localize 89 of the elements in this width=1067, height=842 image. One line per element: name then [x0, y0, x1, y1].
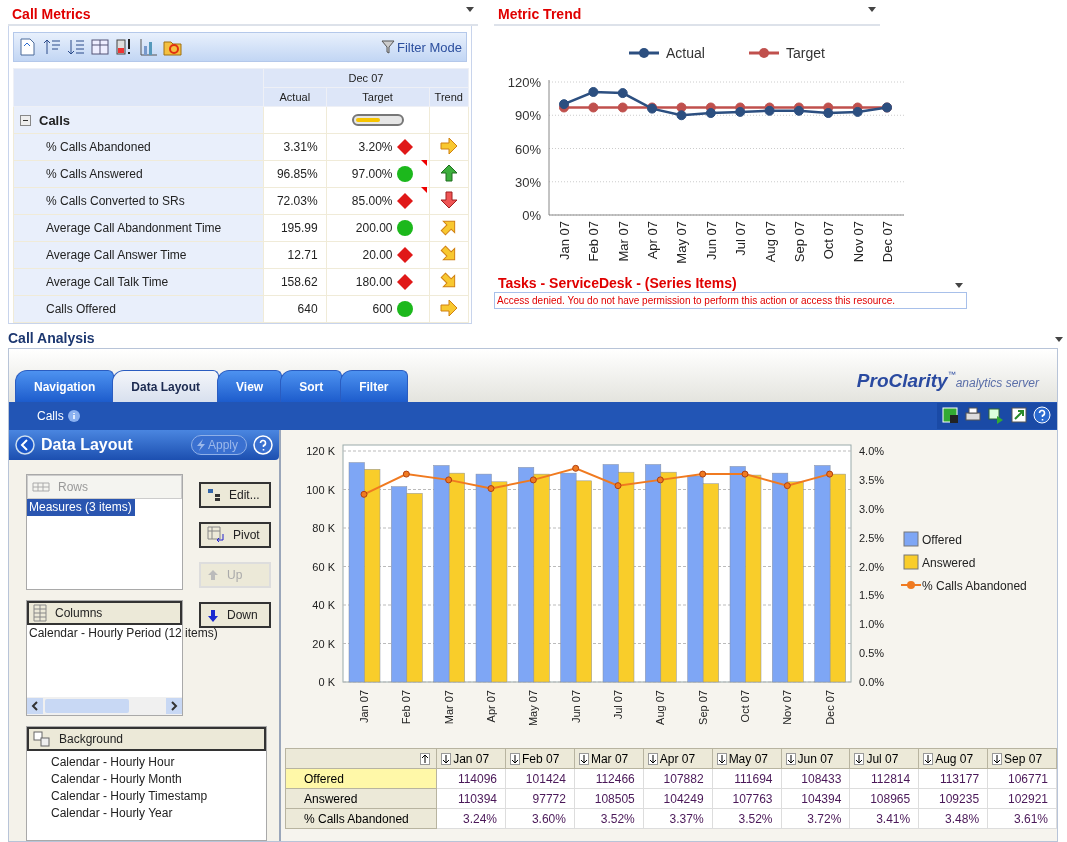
axis-tick-label: May 07 [527, 690, 540, 727]
axis-tick-label: 4.0% [859, 445, 885, 457]
axis-tick-label: Jul 07 [612, 690, 624, 720]
legend-item: Offered [903, 531, 962, 547]
table-cell: Average Call Answer Time [13, 241, 264, 269]
axis-tick-label: 0% [522, 208, 541, 223]
panel-title: Call Analysis [8, 330, 95, 348]
axis-tick-label: May 07 [674, 221, 690, 264]
axis-tick-label: Feb 07 [400, 690, 413, 725]
column-header: Jul 07 [866, 751, 899, 766]
target-value: 180.00 [355, 275, 393, 289]
axis-tick-label: 20 K [312, 637, 335, 650]
axis-tick-label: 100 K [306, 483, 335, 496]
column-header: Aug 07 [935, 751, 974, 766]
column-header: Sep 07 [1004, 751, 1043, 766]
axis-tick-label: 1.5% [859, 589, 885, 602]
axis-tick-label: 2.0% [859, 560, 885, 573]
axis-tick-label: Mar 07 [442, 690, 455, 725]
legend-label: Target [786, 45, 826, 61]
axis-tick-label: 1.0% [859, 618, 885, 631]
group-label: Calls [39, 112, 71, 128]
axis-tick-label: 60% [514, 141, 541, 157]
panel-title: Data Layout [41, 436, 133, 454]
column-header: Dec 07 [263, 68, 469, 88]
legend-item: Answered [903, 554, 976, 570]
legend-label: Answered [922, 556, 976, 570]
axis-tick-label: 120% [507, 75, 541, 90]
section-title: Columns [55, 606, 103, 620]
axis-tick-label: 2.5% [859, 531, 885, 544]
section-title: Rows [58, 480, 88, 494]
section-title: Background [59, 732, 124, 746]
axis-tick-label: 120 K [306, 445, 335, 457]
axis-tick-label: Sep 07 [791, 221, 807, 263]
axis-tick-label: 80 K [312, 522, 335, 534]
axis-tick-label: 0.0% [859, 676, 885, 688]
axis-tick-label: Feb 07 [586, 221, 602, 262]
axis-tick-label: Jan 07 [557, 221, 572, 261]
target-value: 85.00% [351, 194, 393, 208]
column-header: Jun 07 [797, 751, 834, 766]
axis-tick-label: 0.5% [859, 647, 885, 660]
logo: ProClarity™ analytics server [856, 370, 1039, 392]
axis-tick-label: Apr 07 [485, 690, 497, 723]
column-header: Apr 07 [659, 751, 696, 766]
axis-tick-label: Oct 07 [821, 221, 837, 260]
table-cell: Average Call Abandonment Time [13, 214, 264, 242]
legend-label: Actual [666, 45, 705, 61]
axis-tick-label: Dec 07 [880, 221, 895, 263]
axis-tick-label: Jul 07 [733, 221, 749, 256]
axis-tick-label: Oct 07 [739, 690, 751, 723]
legend-label: % Calls Abandoned [922, 579, 1027, 593]
axis-tick-label: Jun 07 [703, 221, 719, 261]
column-header: Feb 07 [522, 751, 560, 766]
table-cell: Calls Offered [13, 295, 264, 323]
axis-tick-label: Aug 07 [654, 690, 667, 725]
axis-tick-label: Jun 07 [569, 690, 582, 724]
legend-item: Actual [629, 45, 705, 61]
target-value: 600 [372, 302, 393, 316]
table-cell: % Calls Converted to SRs [13, 187, 264, 215]
axis-tick-label: Aug 07 [762, 221, 778, 263]
panel-title: Tasks - ServiceDesk - (Series Items) [497, 276, 738, 292]
table-cell: % Calls Answered [13, 160, 264, 188]
target-value: 3.20% [358, 140, 393, 154]
table-cell: Average Call Talk Time [13, 268, 264, 296]
target-value: 20.00 [362, 248, 393, 262]
table-cell: % Calls Abandoned [13, 133, 264, 161]
axis-tick-label: 3.0% [859, 502, 885, 515]
axis-tick-label: Nov 07 [781, 690, 794, 725]
legend-item: % Calls Abandoned [900, 579, 1027, 593]
axis-tick-label: Jan 07 [358, 690, 370, 724]
axis-tick-label: Apr 07 [645, 221, 661, 260]
axis-tick-label: Dec 07 [823, 690, 836, 725]
axis-tick-label: 60 K [312, 560, 335, 573]
axis-tick-label: 90% [514, 108, 541, 124]
column-header: Jan 07 [453, 751, 490, 766]
axis-tick-label: 40 K [312, 599, 335, 611]
column-header: May 07 [728, 751, 768, 766]
column-header: Mar 07 [590, 751, 629, 766]
axis-tick-label: 0 K [318, 676, 335, 688]
legend-item: Target [749, 45, 825, 61]
axis-tick-label: Nov 07 [850, 221, 866, 263]
panel-title: Metric Trend [497, 5, 583, 24]
axis-tick-label: 30% [514, 174, 541, 190]
target-value: 97.00% [351, 167, 393, 181]
target-value: 200.00 [355, 221, 393, 235]
panel-title: Call Metrics [11, 5, 92, 24]
axis-tick-label: Mar 07 [615, 221, 631, 262]
axis-tick-label: 3.5% [859, 473, 885, 486]
error-message: Access denied. You do not have permission to perform this action or access this resource. [494, 292, 967, 309]
axis-tick-label: Sep 07 [696, 690, 709, 725]
